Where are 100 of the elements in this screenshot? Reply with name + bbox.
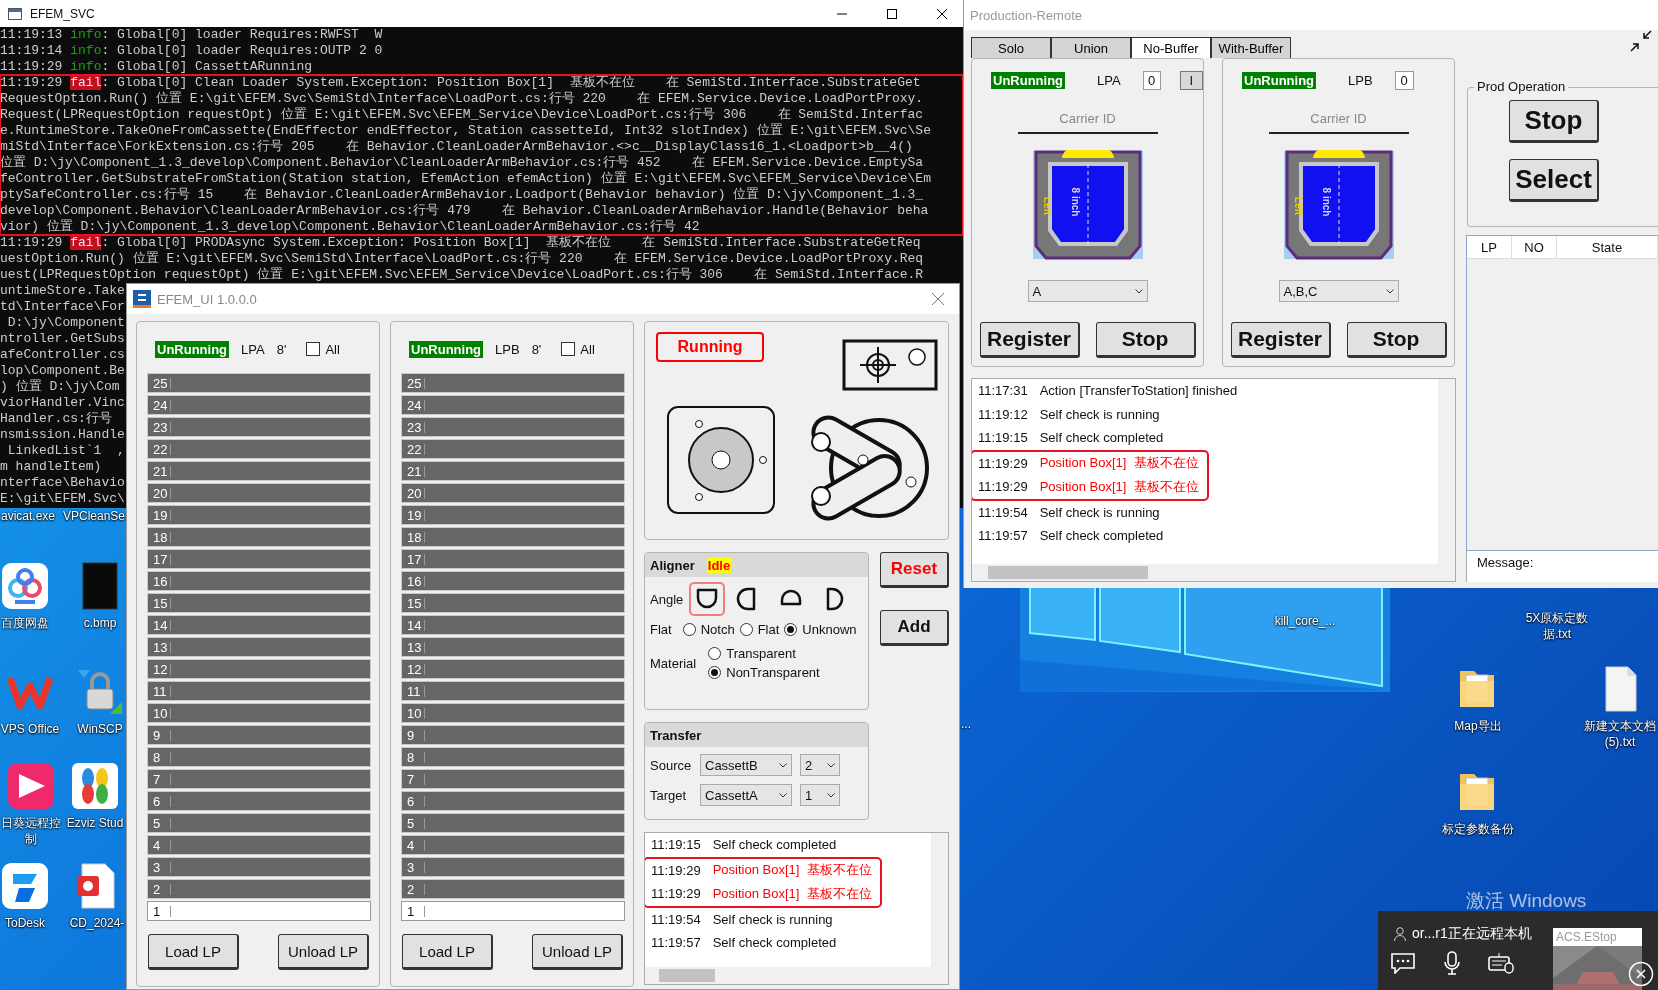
- slot-row[interactable]: 3: [401, 857, 625, 877]
- slot-row[interactable]: 25: [147, 373, 371, 393]
- radio-button[interactable]: [708, 666, 722, 679]
- slot-row[interactable]: 6: [147, 791, 371, 811]
- desktop-icon-label[interactable]: WinSCP: [77, 721, 123, 737]
- slot-row[interactable]: 2: [401, 879, 625, 899]
- tab[interactable]: No-Buffer: [1131, 37, 1211, 58]
- operation-button[interactable]: Stop: [1509, 100, 1599, 143]
- slot-row[interactable]: 9: [401, 725, 625, 745]
- desktop-icon-label[interactable]: VPCleanSe: [62, 508, 125, 524]
- keyboard-icon[interactable]: [1488, 952, 1514, 974]
- radio-button[interactable]: [739, 623, 753, 636]
- desktop-icon-label[interactable]: VPS Office: [0, 721, 60, 737]
- slot-row[interactable]: 12: [147, 659, 371, 679]
- slot-row[interactable]: 2: [147, 879, 371, 899]
- slot-row[interactable]: 23: [147, 417, 371, 437]
- slot-row[interactable]: 4: [147, 835, 371, 855]
- slot-row[interactable]: 24: [147, 395, 371, 415]
- load-button[interactable]: Unload LP: [532, 934, 623, 970]
- slot-row[interactable]: 8: [147, 747, 371, 767]
- chat-icon[interactable]: [1390, 952, 1416, 974]
- slot-row[interactable]: 18: [147, 527, 371, 547]
- slot-row[interactable]: 18: [401, 527, 625, 547]
- radio-label[interactable]: Notch: [700, 622, 735, 637]
- slot-row[interactable]: 16: [147, 571, 371, 591]
- checkbox[interactable]: All: [561, 341, 595, 357]
- close-icon[interactable]: [1628, 961, 1654, 987]
- slot-row[interactable]: 5: [401, 813, 625, 833]
- action-button[interactable]: Reset: [880, 552, 949, 588]
- collapse-icon[interactable]: [1630, 30, 1652, 52]
- slot-row[interactable]: 14: [147, 615, 371, 635]
- radio-label[interactable]: Transparent: [726, 646, 796, 661]
- slot-row[interactable]: 11: [401, 681, 625, 701]
- slot-row[interactable]: 22: [147, 439, 371, 459]
- port-button[interactable]: Register: [1230, 322, 1331, 358]
- slot-row[interactable]: 23: [401, 417, 625, 437]
- slot-row[interactable]: 24: [401, 395, 625, 415]
- slot-row[interactable]: 15: [401, 593, 625, 613]
- slot-row[interactable]: 13: [401, 637, 625, 657]
- slot-row[interactable]: 9: [147, 725, 371, 745]
- slot-row[interactable]: 17: [147, 549, 371, 569]
- slot-row[interactable]: 10: [147, 703, 371, 723]
- load-button[interactable]: Load LP: [402, 934, 493, 970]
- desktop-icon-label[interactable]: 标定参数备份: [1442, 821, 1514, 837]
- slot-row[interactable]: 22: [401, 439, 625, 459]
- scrollbar[interactable]: [1438, 379, 1455, 564]
- slot-row[interactable]: 7: [147, 769, 371, 789]
- radio-label[interactable]: NonTransparent: [726, 665, 820, 680]
- tab[interactable]: Union: [1051, 37, 1131, 58]
- slot-row[interactable]: 16: [401, 571, 625, 591]
- tab[interactable]: With-Buffer: [1211, 37, 1291, 58]
- radio-button[interactable]: [784, 623, 798, 636]
- radio-label[interactable]: Flat: [757, 622, 780, 637]
- dropdown[interactable]: 2: [800, 754, 840, 776]
- port-button[interactable]: Register: [979, 322, 1080, 358]
- slot-row[interactable]: 19: [401, 505, 625, 525]
- slot-row[interactable]: 14: [401, 615, 625, 635]
- port-button[interactable]: Stop: [1095, 322, 1196, 358]
- desktop-icon-label[interactable]: ...: [961, 716, 971, 732]
- scrollbar[interactable]: [645, 967, 948, 984]
- slot-row[interactable]: 8: [401, 747, 625, 767]
- desktop-icon-label[interactable]: 百度网盘: [1, 615, 49, 631]
- dropdown[interactable]: CassettA: [700, 784, 792, 806]
- slot-row[interactable]: 1: [401, 901, 625, 921]
- slot-row[interactable]: 7: [401, 769, 625, 789]
- desktop-icon-label[interactable]: c.bmp: [83, 615, 117, 631]
- slot-row[interactable]: 25: [401, 373, 625, 393]
- load-button[interactable]: Load LP: [148, 934, 239, 970]
- action-button[interactable]: Add: [880, 610, 949, 646]
- dropdown[interactable]: 1: [800, 784, 840, 806]
- dropdown[interactable]: A: [1027, 280, 1148, 302]
- load-button[interactable]: Unload LP: [278, 934, 369, 970]
- slot-row[interactable]: 4: [401, 835, 625, 855]
- slot-row[interactable]: 13: [147, 637, 371, 657]
- slot-row[interactable]: 17: [401, 549, 625, 569]
- slot-row[interactable]: 11: [147, 681, 371, 701]
- slot-row[interactable]: 1: [147, 901, 371, 921]
- slot-row[interactable]: 6: [401, 791, 625, 811]
- desktop-icon-label[interactable]: 5X原标定数据.txt: [1523, 610, 1591, 642]
- slot-row[interactable]: 20: [147, 483, 371, 503]
- desktop-icon-label[interactable]: CD_2024-: [69, 915, 125, 931]
- scrollbar[interactable]: [931, 833, 948, 967]
- slot-row[interactable]: 12: [401, 659, 625, 679]
- desktop-icon-label[interactable]: Ezviz Stud: [66, 815, 124, 831]
- checkbox[interactable]: All: [306, 341, 340, 357]
- operation-button[interactable]: Select: [1509, 159, 1599, 202]
- desktop-icon-label[interactable]: avicat.exe: [1, 508, 55, 524]
- angle-button[interactable]: [689, 582, 726, 616]
- tab[interactable]: Solo: [971, 37, 1051, 58]
- scrollbar[interactable]: [972, 564, 1455, 581]
- desktop-icon-label[interactable]: ToDesk: [5, 915, 45, 931]
- desktop-icon-label[interactable]: Map导出: [1454, 718, 1502, 734]
- slot-row[interactable]: 20: [401, 483, 625, 503]
- radio-button[interactable]: [708, 647, 722, 660]
- slot-row[interactable]: 19: [147, 505, 371, 525]
- slot-row[interactable]: 15: [147, 593, 371, 613]
- radio-label[interactable]: Unknown: [802, 622, 857, 637]
- dropdown[interactable]: CassettB: [700, 754, 792, 776]
- slot-row[interactable]: 10: [401, 703, 625, 723]
- slot-row[interactable]: 21: [147, 461, 371, 481]
